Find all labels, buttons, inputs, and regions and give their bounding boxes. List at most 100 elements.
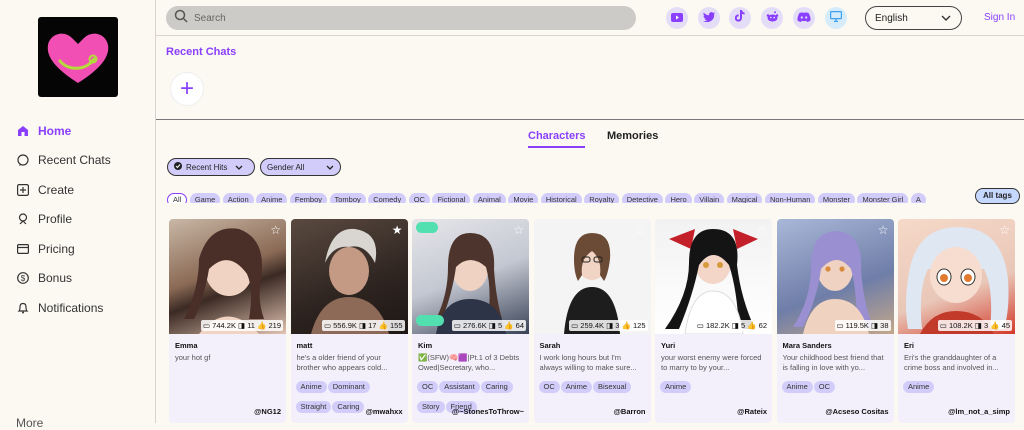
sort-filter-dropdown[interactable]: Recent Hits: [167, 158, 255, 176]
chevron-down-icon: [941, 13, 951, 24]
tag-chip[interactable]: A: [910, 193, 926, 203]
search-bar[interactable]: [166, 6, 636, 30]
tab-characters[interactable]: Characters: [528, 130, 586, 148]
sidebar: Home Recent Chats Create Profile Pricing…: [0, 0, 156, 430]
tag-chip[interactable]: Anime: [256, 193, 288, 203]
tag-chip[interactable]: All: [167, 193, 188, 203]
desktop-app-link[interactable]: [825, 7, 847, 29]
character-tag: Story: [417, 401, 445, 413]
character-card[interactable]: ★ ▭ 556.9K ◨ 17 👍 155 matt he's a older …: [290, 219, 408, 423]
character-tag: Caring: [332, 401, 365, 413]
tag-chip[interactable]: Detective: [621, 193, 663, 203]
tag-chip[interactable]: Monster: [817, 193, 855, 203]
favorite-star-icon[interactable]: ☆: [878, 223, 889, 237]
tag-chip[interactable]: Action: [222, 193, 254, 203]
tag-chip[interactable]: Hero: [665, 193, 692, 203]
nav-item-create[interactable]: Create: [16, 175, 111, 205]
nav-item-more[interactable]: More: [16, 416, 43, 430]
tag-chip[interactable]: Femboy: [289, 193, 327, 203]
tag-chip[interactable]: Non-Human: [764, 193, 816, 203]
character-author[interactable]: @NG12: [254, 407, 281, 416]
tag-chip[interactable]: Movie: [508, 193, 539, 203]
character-avatar-image: [169, 219, 286, 334]
reddit-link[interactable]: [761, 7, 783, 29]
character-tag: OC: [538, 381, 560, 393]
favorite-star-icon[interactable]: ☆: [756, 223, 767, 237]
nav-label-create: Create: [38, 182, 75, 197]
nav-item-recent-chats[interactable]: Recent Chats: [16, 146, 111, 176]
character-card[interactable]: ☆ ▭ 744.2K ◨ 11 👍 219 Emma your hot gf @…: [169, 219, 286, 423]
character-author[interactable]: @Barron: [614, 407, 646, 416]
tag-chip[interactable]: Fictional: [432, 193, 471, 203]
tag-chip[interactable]: Animal: [472, 193, 506, 203]
character-card[interactable]: ☆ ▭ 259.4K ◨ 3 👍 125 Sarah I work long h…: [533, 219, 651, 423]
tag-chip[interactable]: Magical: [726, 193, 763, 203]
add-chat-button[interactable]: +: [170, 72, 204, 106]
heart-logo-icon: [47, 33, 109, 83]
character-card[interactable]: ☆ ▭ 119.5K ◨ 38 Mara Sanders Your childh…: [776, 219, 894, 423]
nav-label-notifications: Notifications: [38, 300, 104, 315]
character-description: Your childhood best friend that is falli…: [782, 353, 884, 372]
twitter-link[interactable]: [698, 7, 720, 29]
tag-badge: [416, 315, 444, 326]
reddit-icon: [766, 9, 779, 27]
tag-chip[interactable]: Historical: [540, 193, 582, 203]
nav-item-bonus[interactable]: $ Bonus: [16, 264, 111, 294]
character-avatar-image: [776, 219, 894, 334]
check-circle-icon: [174, 162, 182, 172]
nav-menu: Home Recent Chats Create Profile Pricing…: [16, 116, 111, 323]
favorite-star-icon[interactable]: ★: [392, 223, 403, 237]
search-input[interactable]: [194, 12, 614, 24]
favorite-star-icon[interactable]: ☆: [513, 223, 524, 237]
language-value: English: [875, 12, 908, 24]
character-tag: Anime: [295, 381, 327, 393]
tag-chip[interactable]: Game: [189, 193, 221, 203]
favorite-star-icon[interactable]: ☆: [635, 223, 646, 237]
character-tags: OC Anime Bisexual: [538, 376, 649, 396]
nav-item-pricing[interactable]: Pricing: [16, 234, 111, 264]
gender-filter-dropdown[interactable]: Gender All: [260, 158, 341, 176]
character-author[interactable]: @mwahxx: [366, 407, 403, 416]
search-icon: [174, 9, 188, 28]
character-author[interactable]: @Acseso Cositas: [825, 407, 888, 416]
sign-in-link[interactable]: Sign In: [984, 12, 1015, 23]
tag-chip[interactable]: OC: [408, 193, 430, 203]
favorite-star-icon[interactable]: ☆: [270, 223, 281, 237]
character-tag: Anime: [781, 381, 813, 393]
character-name: matt: [296, 341, 313, 350]
tag-chip[interactable]: Tomboy: [329, 193, 366, 203]
character-author[interactable]: @lm_not_a_simp: [948, 407, 1010, 416]
character-avatar-image: [655, 219, 772, 335]
language-select[interactable]: English: [865, 6, 962, 30]
desktop-icon: [830, 9, 843, 27]
nav-item-home[interactable]: Home: [16, 116, 111, 146]
favorite-star-icon[interactable]: ☆: [999, 223, 1010, 237]
card-stats: ▭ 182.2K ◨ 5 👍 62: [694, 320, 769, 331]
card-stats: ▭ 744.2K ◨ 11 👍 219: [201, 320, 283, 331]
character-card[interactable]: ☆ ▭ 108.2K ◨ 3 👍 45 Eri Eri's the grandd…: [898, 219, 1015, 423]
character-tag: Anime: [560, 381, 593, 393]
tab-memories[interactable]: Memories: [607, 130, 658, 142]
youtube-link[interactable]: [666, 7, 688, 29]
tag-chip[interactable]: Comedy: [368, 193, 407, 203]
character-tag: OC: [417, 381, 439, 393]
bell-icon: [16, 301, 29, 314]
nav-item-profile[interactable]: Profile: [16, 205, 111, 235]
tag-chip[interactable]: Monster Girl: [857, 193, 909, 203]
all-tags-button[interactable]: All tags: [975, 188, 1020, 204]
tag-chip[interactable]: Royalty: [584, 193, 620, 203]
character-author[interactable]: @Rateix: [737, 407, 767, 416]
app-logo[interactable]: [38, 17, 118, 97]
character-author[interactable]: @~StonesToThrow~: [452, 407, 524, 416]
nav-label-home: Home: [38, 123, 72, 138]
card-stats: ▭ 556.9K ◨ 17 👍 155: [321, 320, 405, 331]
character-description: Eri's the granddaughter of a crime boss …: [904, 353, 999, 372]
character-card[interactable]: ☆ ▭ 182.2K ◨ 5 👍 62 Yuri your worst enem…: [655, 219, 772, 423]
tiktok-link[interactable]: [729, 7, 751, 29]
tag-chip[interactable]: Villain: [694, 193, 725, 203]
nav-item-notifications[interactable]: Notifications: [16, 293, 111, 323]
character-card[interactable]: ☆ ▭ 276.6K ◨ 5 👍 64 Kim ✅(SFW)🧠🟪|Pt.1 of…: [412, 219, 529, 423]
character-name: Yuri: [661, 341, 676, 350]
discord-link[interactable]: [793, 7, 815, 29]
chevron-down-icon: [326, 163, 334, 172]
